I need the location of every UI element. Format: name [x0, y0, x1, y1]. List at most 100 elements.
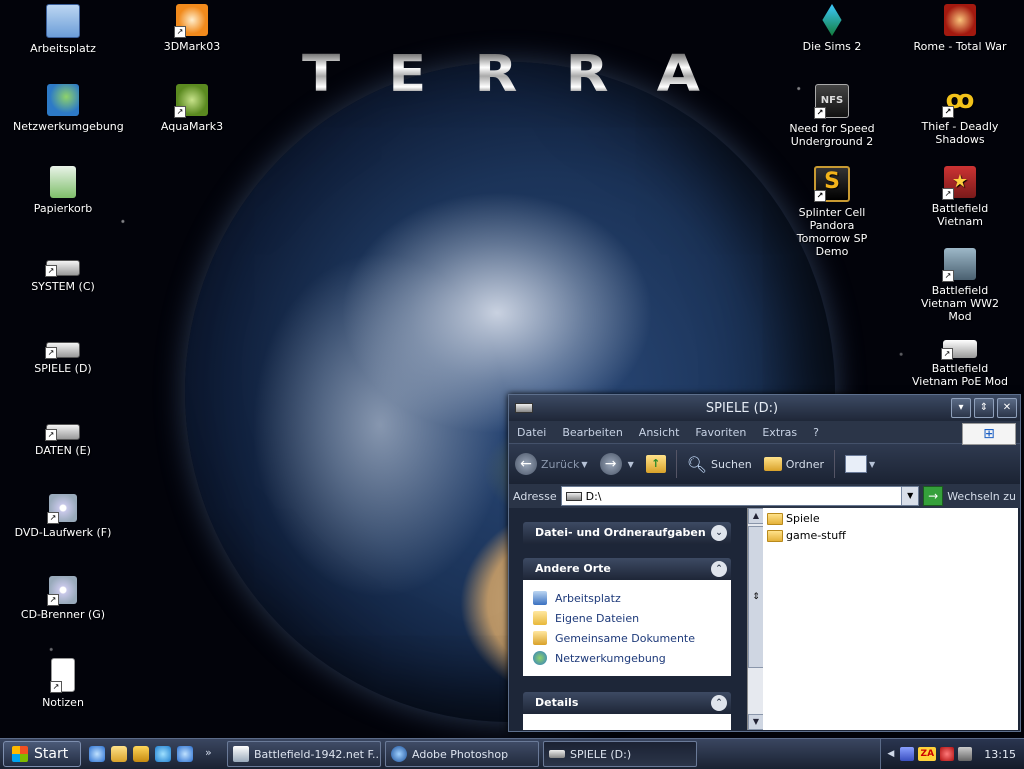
desktop-icon-aquamark3[interactable]: ↗ AquaMark3 [142, 84, 242, 133]
folders-button[interactable]: Ordner [758, 457, 830, 471]
desktop-icon-notizen[interactable]: ↗ Notizen [13, 658, 113, 709]
folder-icon [767, 529, 783, 542]
taskbar-task-battlefield-browser[interactable]: Battlefield-1942.net F... [227, 741, 381, 767]
thief-icon: ꚙ ↗ [942, 84, 976, 118]
menu-datei[interactable]: Datei [509, 426, 554, 439]
desktop-icon-daten-e[interactable]: ↗ DATEN (E) [13, 412, 113, 457]
desktop-icon-battlefield-poe-mod[interactable]: ↗ Battlefield Vietnam PoE Mod [910, 330, 1010, 388]
back-label: Zurück [541, 457, 580, 471]
desktop-icon-arbeitsplatz[interactable]: Arbeitsplatz [13, 4, 113, 55]
shortcut-arrow-icon: ↗ [45, 347, 57, 359]
other-places-panel-header[interactable]: Andere Orte ⌃ [523, 558, 731, 580]
collapse-icon[interactable]: ⌃ [711, 561, 727, 577]
windows-logo-icon: ⊞ [962, 423, 1016, 445]
minimize-button[interactable]: ▾ [951, 398, 971, 418]
desktop-icon-spiele-d[interactable]: ↗ SPIELE (D) [13, 330, 113, 375]
chevron-down-icon[interactable]: ▼ [581, 460, 587, 469]
volume-icon[interactable] [958, 747, 973, 761]
shortcut-arrow-icon: ↗ [942, 188, 954, 200]
menu-help[interactable]: ? [805, 426, 827, 439]
cd-drive-icon: ↗ [47, 494, 77, 524]
antivirus-icon[interactable] [940, 747, 955, 761]
desktop-icon-dvd-f[interactable]: ↗ DVD-Laufwerk (F) [13, 494, 113, 539]
up-folder-icon: ↑ [645, 455, 666, 473]
desktop-icon-papierkorb[interactable]: Papierkorb [13, 166, 113, 215]
desktop-icon-label: DATEN (E) [35, 444, 91, 457]
start-button[interactable]: Start [3, 741, 81, 767]
forward-button[interactable]: → ▼ [594, 453, 640, 475]
menu-ansicht[interactable]: Ansicht [631, 426, 688, 439]
desktop-icon-label: Arbeitsplatz [30, 42, 96, 55]
task-label: Adobe Photoshop [412, 747, 509, 761]
zonealarm-icon[interactable]: ZA [918, 747, 937, 761]
shortcut-arrow-icon: ↗ [941, 348, 953, 360]
desktop-icon-label: DVD-Laufwerk (F) [14, 526, 112, 539]
go-button-label[interactable]: Wechseln zu [947, 490, 1016, 503]
taskbar-task-spiele[interactable]: SPIELE (D:) [543, 741, 697, 767]
desktop-icon-label: Rome - Total War [913, 40, 1007, 53]
panel-title: Details [535, 696, 579, 709]
chevron-more-icon[interactable]: » [205, 746, 221, 762]
menu-favoriten[interactable]: Favoriten [687, 426, 754, 439]
browser-icon[interactable] [177, 746, 193, 762]
desktop-icon-thief[interactable]: ꚙ ↗ Thief - Deadly Shadows [910, 84, 1010, 146]
collapse-icon[interactable]: ⌃ [711, 695, 727, 711]
go-arrow-icon[interactable]: → [923, 486, 944, 506]
desktop-icon-die-sims-2[interactable]: Die Sims 2 [782, 4, 882, 53]
window-title: SPIELE (D:) [705, 400, 779, 416]
taskbar-task-photoshop[interactable]: Adobe Photoshop [385, 741, 539, 767]
file-item-spiele[interactable]: Spiele [767, 510, 1014, 527]
desktop-icon-rome-total-war[interactable]: Rome - Total War [910, 4, 1010, 53]
desktop-icon-need-for-speed[interactable]: NFS ↗ Need for Speed Underground 2 [782, 84, 882, 148]
expand-icon[interactable]: ⌄ [711, 525, 727, 541]
address-input[interactable]: D:\ ▼ [560, 486, 920, 506]
scroll-down-icon[interactable]: ▼ [748, 714, 764, 730]
task-pane-scrollbar[interactable]: ▲ ⇕ ▼ [747, 508, 764, 730]
window-titlebar[interactable]: SPIELE (D:) ▾ ⇕ ✕ [509, 395, 1020, 421]
menu-extras[interactable]: Extras [754, 426, 805, 439]
task-label: Battlefield-1942.net F... [254, 747, 381, 761]
internet-explorer-icon[interactable] [89, 746, 105, 762]
tray-expand-icon[interactable]: ◀ [887, 749, 894, 759]
shortcut-arrow-icon: ↗ [47, 512, 59, 524]
back-arrow-icon: ← [515, 453, 537, 475]
other-place-netzwerkumgebung[interactable]: Netzwerkumgebung [533, 648, 721, 668]
desktop-icon-battlefield-vietnam[interactable]: ★ ↗ Battlefield Vietnam [910, 166, 1010, 228]
desktop-icon-cd-brenner-g[interactable]: ↗ CD-Brenner (G) [13, 576, 113, 621]
maximize-button[interactable]: ⇕ [974, 398, 994, 418]
views-button[interactable]: ▼ [839, 455, 881, 473]
scroll-up-icon[interactable]: ▲ [748, 508, 764, 524]
desktop-icon-label: Battlefield Vietnam [931, 202, 989, 228]
back-button[interactable]: ← Zurück ▼ [509, 453, 594, 475]
sims-icon [822, 4, 842, 36]
network-tray-icon[interactable] [900, 747, 915, 761]
other-place-gemeinsame-dokumente[interactable]: Gemeinsame Dokumente [533, 628, 721, 648]
details-body [523, 714, 731, 730]
file-item-game-stuff[interactable]: game-stuff [767, 527, 1014, 544]
desktop-icon-system-c[interactable]: ↗ SYSTEM (C) [13, 248, 113, 293]
taskbar: Start » Battlefield-1942.net F... Adobe … [0, 738, 1024, 769]
desktop-icon-battlefield-ww2-mod[interactable]: ↗ Battlefield Vietnam WW2 Mod [910, 248, 1010, 323]
messenger-icon[interactable] [155, 746, 171, 762]
menu-bearbeiten[interactable]: Bearbeiten [554, 426, 630, 439]
winamp-icon[interactable] [133, 746, 149, 762]
close-button[interactable]: ✕ [997, 398, 1017, 418]
other-place-eigene-dateien[interactable]: Eigene Dateien [533, 608, 721, 628]
search-button[interactable]: 🔍︎ Suchen [681, 455, 758, 474]
desktop-icon-3dmark03[interactable]: ↗ 3DMark03 [142, 4, 242, 53]
chevron-down-icon[interactable]: ▼ [901, 487, 919, 505]
chevron-down-icon[interactable]: ▼ [628, 460, 634, 469]
windows-flag-icon [12, 746, 28, 762]
desktop-icon-label: Thief - Deadly Shadows [921, 120, 999, 146]
desktop-icon-netzwerkumgebung[interactable]: Netzwerkumgebung [13, 84, 124, 133]
my-computer-icon [46, 4, 80, 38]
clock[interactable]: 13:15 [984, 748, 1016, 761]
desktop-icon-label: 3DMark03 [163, 40, 221, 53]
up-folder-button[interactable]: ↑ [640, 455, 672, 473]
details-panel-header[interactable]: Details ⌃ [523, 692, 731, 714]
file-tasks-panel-header[interactable]: Datei- und Ordneraufgaben ⌄ [523, 522, 731, 544]
folder-icon[interactable] [111, 746, 127, 762]
other-place-arbeitsplatz[interactable]: Arbeitsplatz [533, 588, 721, 608]
scroll-thumb[interactable]: ⇕ [748, 526, 764, 668]
desktop-icon-splinter-cell[interactable]: S ↗ Splinter Cell Pandora Tomorrow SP Dem… [782, 166, 882, 258]
